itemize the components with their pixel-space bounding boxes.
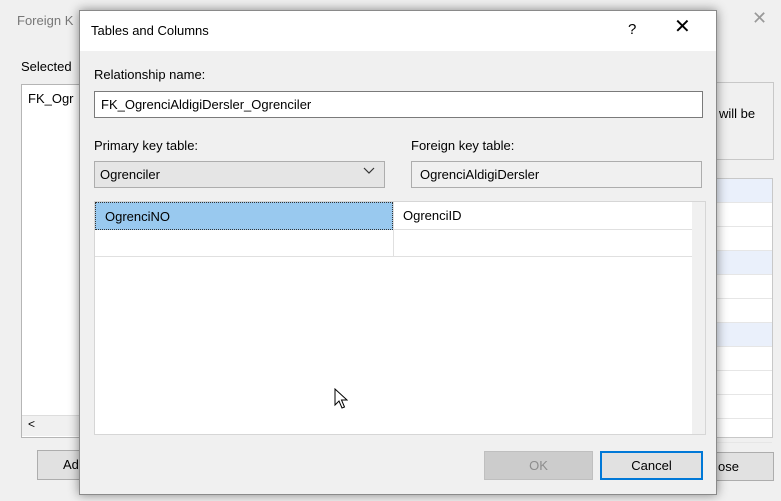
primary-key-table-label: Primary key table:: [94, 138, 199, 153]
close-button-label: ose: [718, 459, 739, 474]
close-button[interactable]: ose: [715, 452, 774, 481]
dialog-title: Tables and Columns: [91, 23, 209, 38]
foreign-key-table-value: OgrenciAldigiDersler: [420, 167, 540, 182]
mouse-cursor-icon: [334, 387, 349, 413]
background-dialog-title: Foreign K: [17, 13, 74, 28]
primary-key-column-value: OgrenciNO: [105, 209, 171, 224]
help-icon[interactable]: ?: [628, 21, 636, 38]
horizontal-scrollbar[interactable]: <: [22, 415, 80, 436]
foreign-key-table-label: Foreign key table:: [411, 138, 515, 153]
background-info-text: will be: [719, 106, 756, 121]
foreign-key-table-field: OgrenciAldigiDersler: [411, 161, 702, 188]
relationship-name-input[interactable]: FK_OgrenciAldigiDersler_Ogrenciler: [94, 91, 703, 118]
add-button[interactable]: Ad: [37, 450, 83, 480]
foreign-key-column-cell[interactable]: OgrenciID: [393, 202, 692, 230]
title-bar: Tables and Columns ? ✕: [80, 11, 716, 51]
primary-key-column-cell[interactable]: OgrenciNO: [95, 202, 393, 230]
scroll-left-icon[interactable]: <: [28, 417, 35, 431]
cancel-button[interactable]: Cancel: [600, 451, 703, 480]
relationship-list[interactable]: FK_Ogr: [21, 84, 83, 438]
primary-key-table-value: Ogrenciler: [100, 167, 160, 182]
background-property-grid[interactable]: [715, 178, 773, 443]
close-icon[interactable]: ✕: [674, 17, 691, 37]
close-icon[interactable]: ✕: [752, 9, 767, 27]
foreign-key-column-value: OgrenciID: [403, 208, 462, 223]
list-item[interactable]: FK_Ogr: [28, 91, 74, 106]
primary-key-column-cell-empty[interactable]: [95, 230, 393, 257]
add-button-label: Ad: [63, 457, 79, 472]
chevron-down-icon[interactable]: [363, 166, 375, 178]
ok-button[interactable]: OK: [484, 451, 593, 480]
relationship-name-label: Relationship name:: [94, 67, 206, 82]
column-mapping-grid[interactable]: OgrenciNO OgrenciID: [94, 201, 706, 435]
grid-scrollbar-track[interactable]: [692, 202, 705, 434]
foreign-key-column-cell-empty[interactable]: [393, 230, 692, 257]
primary-key-table-select[interactable]: Ogrenciler: [94, 161, 385, 188]
selected-relationship-label: Selected: [21, 59, 72, 74]
background-info-box: will be: [715, 82, 774, 160]
tables-and-columns-dialog: Tables and Columns ? ✕ Relationship name…: [79, 10, 717, 495]
